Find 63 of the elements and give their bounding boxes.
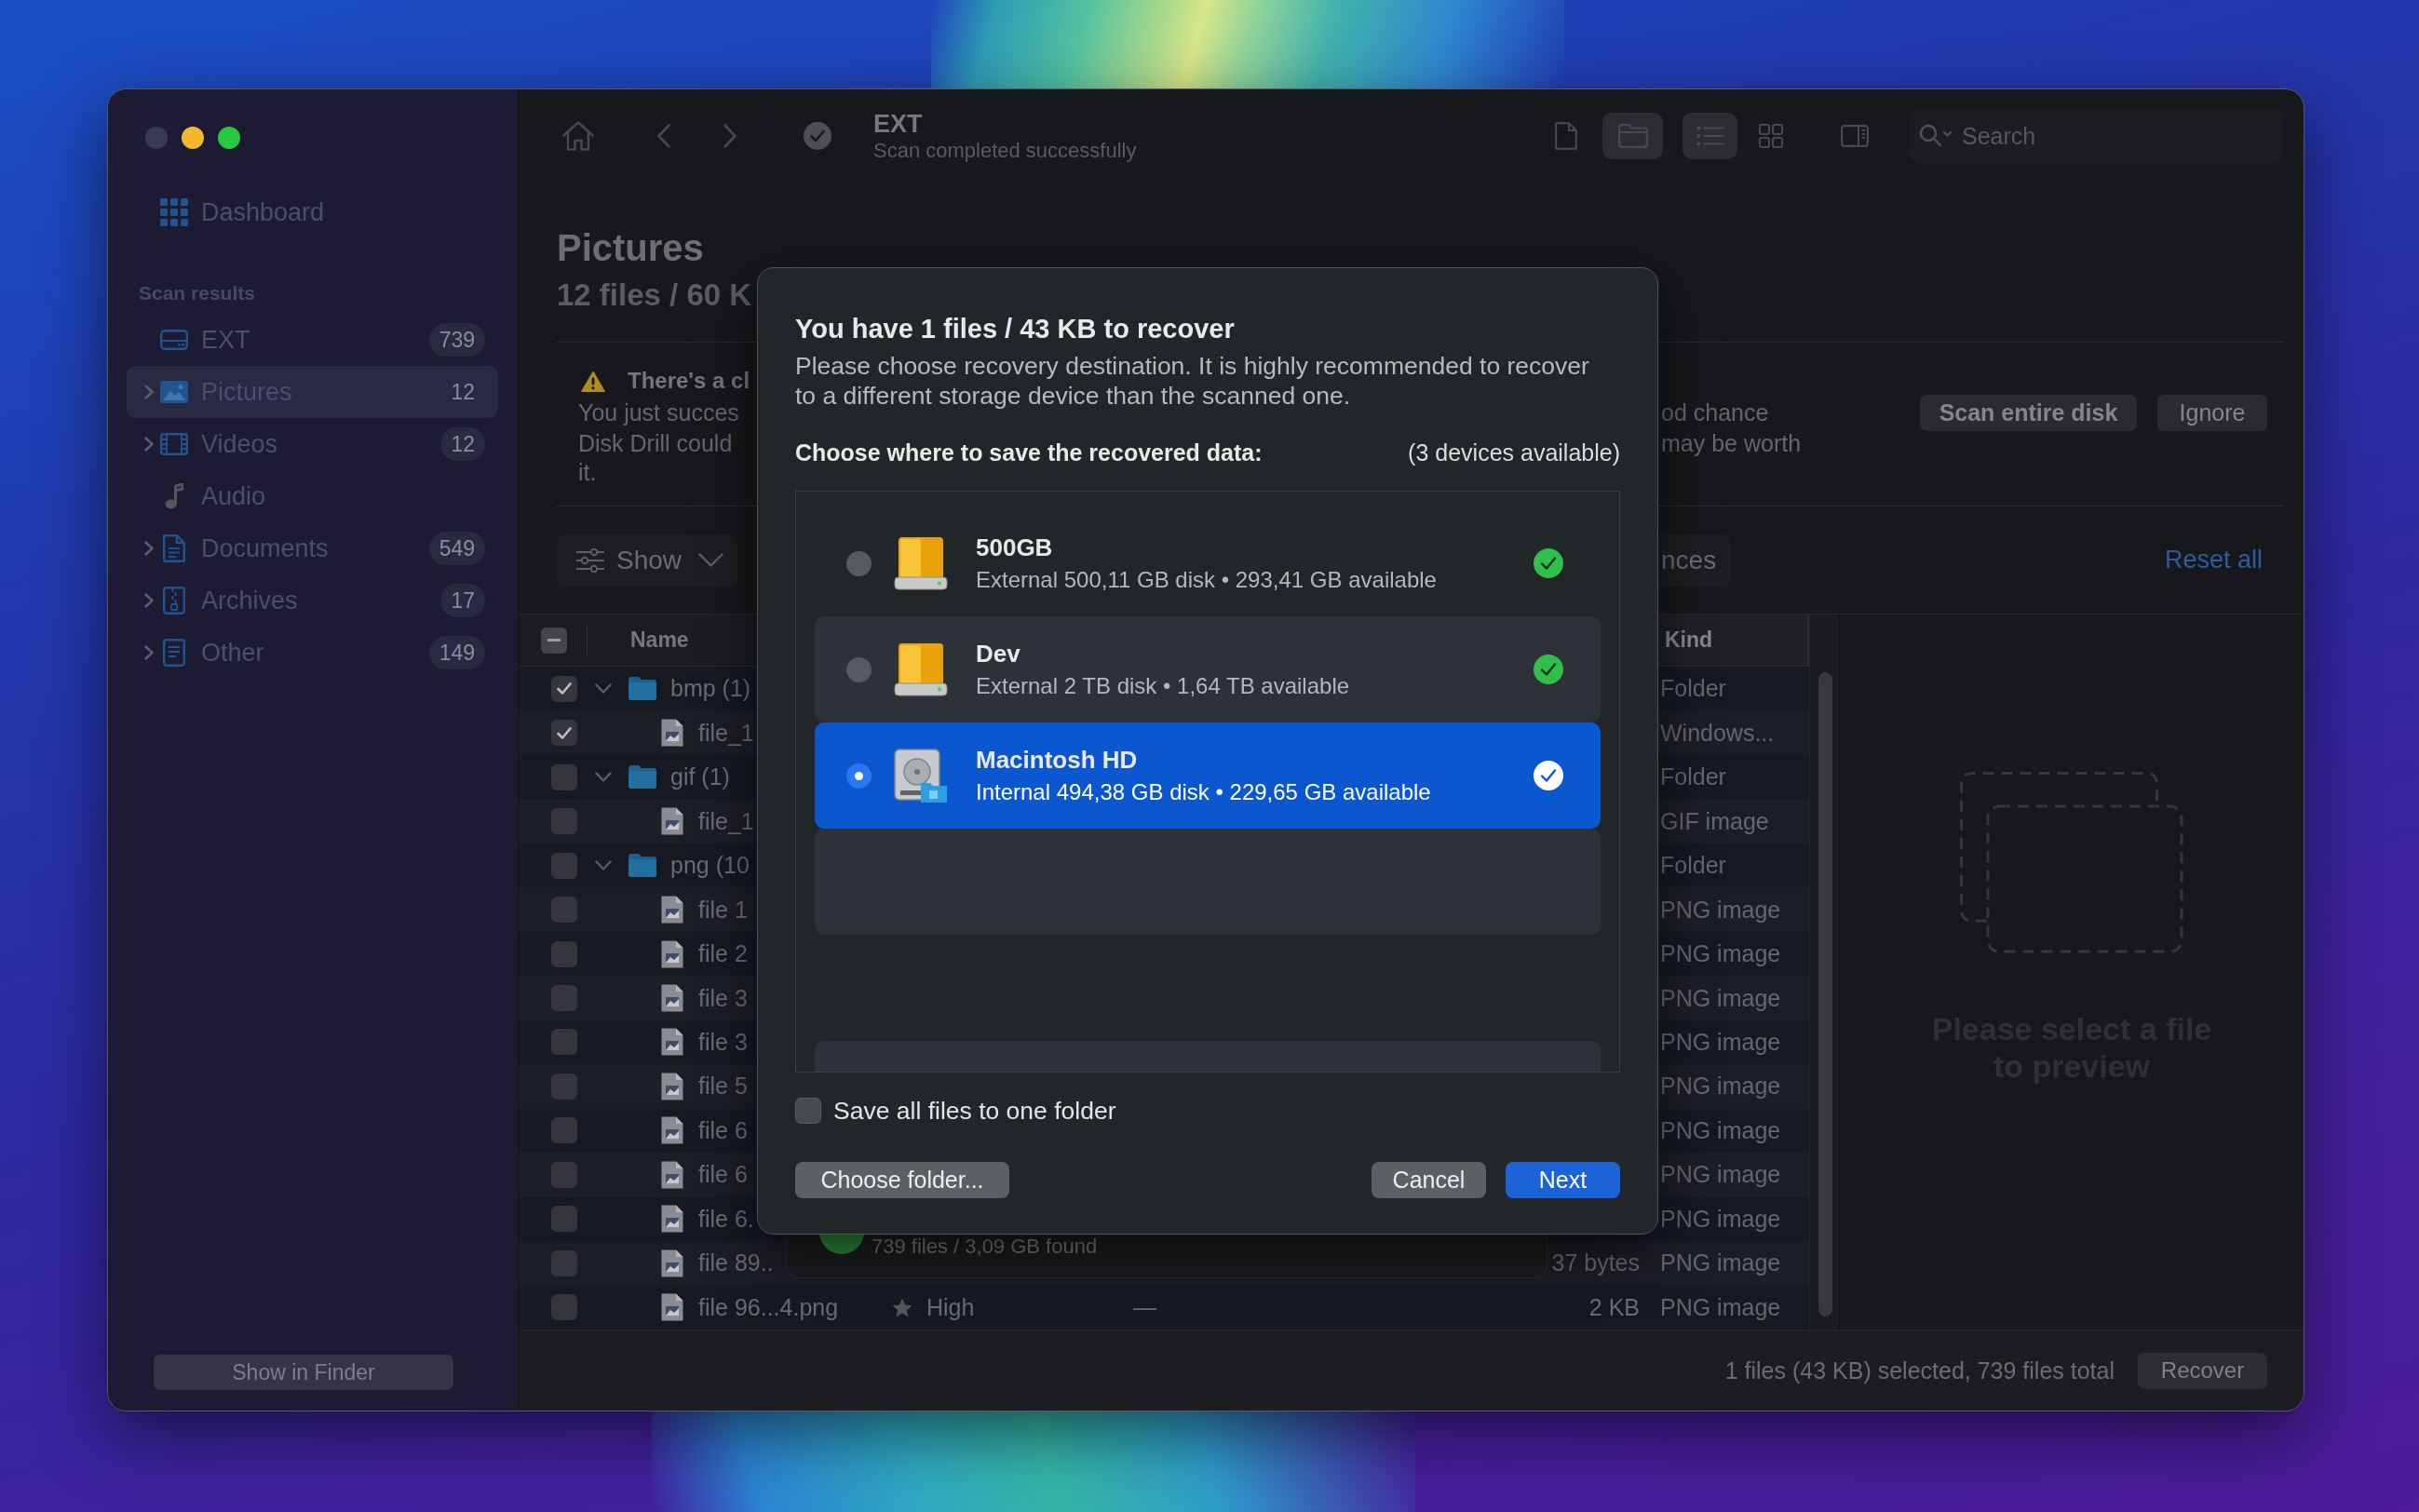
file-name: file 3: [698, 984, 748, 1012]
notice-text: it.: [578, 458, 597, 487]
item-count: 549: [428, 532, 485, 565]
recovery-chance: High: [926, 1293, 975, 1321]
dialog-message: Please choose recovery destination. It is highly recommended to recover to a different storage device than the scanned one.: [795, 351, 1590, 411]
file-name: file 3: [698, 1029, 748, 1056]
file-name: file 6: [698, 1116, 748, 1144]
notice-text: od chance: [1661, 398, 1769, 427]
device-name: Dev: [976, 639, 1020, 668]
file-name: file 2: [698, 940, 748, 968]
notice-text: may be worth: [1661, 428, 1802, 458]
file-kind: PNG image: [1660, 940, 1781, 967]
folder-name: png (10: [670, 852, 750, 880]
item-count: 17: [440, 584, 485, 617]
file-kind: PNG image: [1660, 984, 1781, 1011]
folder-name: bmp (1): [670, 675, 751, 703]
file-kind: GIF image: [1660, 807, 1769, 834]
file-kind: PNG image: [1660, 1073, 1781, 1100]
notice-title: There's a cl: [628, 368, 750, 394]
file-name: file 6: [698, 1161, 748, 1189]
device-count: (3 devices available): [1408, 439, 1620, 466]
file-size: 37 bytes: [1551, 1249, 1640, 1276]
file-kind: Folder: [1660, 852, 1726, 879]
file-name: file 6.: [698, 1205, 754, 1233]
device-details: External 2 TB disk • 1,64 TB available: [976, 672, 1350, 700]
file-kind: PNG image: [1660, 1249, 1781, 1276]
device-details: External 500,11 GB disk • 293,41 GB available: [976, 566, 1437, 594]
file-kind: PNG image: [1660, 1029, 1781, 1055]
device-name: 500GB: [976, 533, 1053, 562]
dialog-title: You have 1 files / 43 KB to recover: [795, 313, 1235, 345]
file-kind: Folder: [1660, 675, 1726, 702]
device-details: Internal 494,38 GB disk • 229,65 GB available: [976, 778, 1431, 806]
file-kind: PNG image: [1660, 896, 1781, 923]
destination-prompt: Choose where to save the recovered data:: [795, 439, 1263, 466]
file-name: file 1: [698, 896, 748, 924]
file-name: file_1: [698, 719, 754, 747]
scan-summary: 739 files / 3,09 GB found: [872, 1236, 1098, 1257]
file-kind: PNG image: [1660, 1161, 1781, 1188]
file-kind: Windows...: [1660, 719, 1775, 746]
file-kind: PNG image: [1660, 1116, 1781, 1143]
column-header: Name: [630, 628, 689, 653]
page-subtitle: 12 files / 60 K: [557, 277, 752, 313]
file-kind: PNG image: [1660, 1205, 1781, 1232]
item-count: 12: [440, 427, 485, 461]
file-name: file 96...4.png: [698, 1293, 839, 1321]
file-name: file 89..: [698, 1249, 774, 1277]
file-name: file_1: [698, 807, 754, 835]
item-count: 149: [428, 636, 485, 669]
folder-name: gif (1): [670, 763, 730, 791]
file-kind: PNG image: [1660, 1293, 1781, 1320]
scan-status: Scan completed successfully: [873, 139, 1137, 163]
column-header: Kind: [1665, 628, 1713, 653]
notice-text: You just succes: [578, 398, 739, 427]
device-name: Macintosh HD: [976, 745, 1138, 775]
file-size: 2 KB: [1588, 1293, 1640, 1320]
item-count: 739: [428, 323, 485, 357]
file-date: —: [1133, 1293, 1156, 1320]
file-kind: Folder: [1660, 763, 1726, 790]
scan-title: EXT: [873, 109, 923, 139]
notice-text: Disk Drill could: [578, 428, 733, 458]
page-title: Pictures: [557, 226, 704, 270]
selection-summary: 1 files (43 KB) selected, 739 files total: [1724, 1357, 2115, 1384]
file-name: file 5: [698, 1073, 748, 1100]
